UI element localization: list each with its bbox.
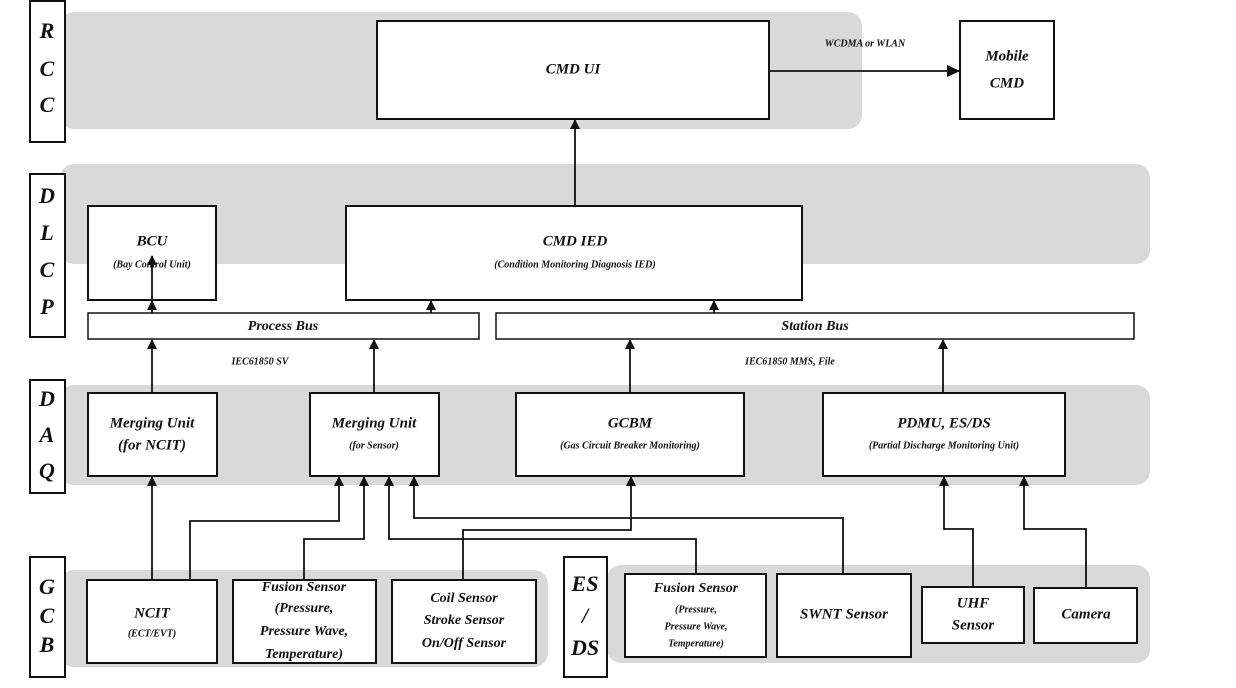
pdmu-box: PDMU, ES/DS (Partial Discharge Monitorin… <box>822 392 1066 477</box>
pdmu-subtitle: (Partial Discharge Monitoring Unit) <box>869 440 1019 451</box>
cmd-ui-label: CMD UI <box>546 61 602 77</box>
mobile-cmd-box: Mobile CMD <box>959 20 1055 120</box>
layer-label-rcc: R C C <box>29 0 66 143</box>
label-letter: C <box>40 257 55 282</box>
ncit-box: NCIT (ECT/EVT) <box>86 579 218 664</box>
label-letter: P <box>39 294 54 319</box>
label-letter: DS <box>570 635 599 660</box>
wireless-link-label: WCDMA or WLAN <box>825 38 906 49</box>
camera-box: Camera <box>1033 587 1138 644</box>
label-letter: L <box>39 220 53 245</box>
layer-label-daq: D A Q <box>29 379 66 494</box>
layer-label-gcb: G C B <box>29 556 66 678</box>
bcu-title: BCU <box>136 233 169 249</box>
mu-sensor-title: Merging Unit <box>331 415 417 431</box>
arrow <box>384 476 697 574</box>
ncit-title: NCIT <box>133 605 171 621</box>
fusion-sensor-line: (Pressure, <box>675 604 717 615</box>
cmd-ui-box: CMD UI <box>376 20 770 120</box>
label-letter: Q <box>39 458 55 483</box>
label-letter: ES <box>571 571 599 596</box>
label-letter: B <box>39 632 55 657</box>
label-letter: G <box>39 574 55 599</box>
uhf-sensor-label: Sensor <box>952 617 995 633</box>
gcbm-box: GCBM (Gas Circuit Breaker Monitoring) <box>515 392 745 477</box>
swnt-sensor-label: SWNT Sensor <box>800 606 888 622</box>
architecture-diagram: R C C D L C P D A Q G C B ES / DS CMD UI… <box>29 0 1150 678</box>
process-bus-label: Process Bus <box>248 319 319 334</box>
fusion-sensor-title: Fusion Sensor <box>653 581 739 596</box>
pdmu-title: PDMU, ES/DS <box>897 415 990 431</box>
coil-sensor-line: On/Off Sensor <box>422 636 507 651</box>
gcbm-title: GCBM <box>608 415 653 431</box>
cmd-ied-title: CMD IED <box>543 233 608 249</box>
esds-fusion-sensor-box: Fusion Sensor (Pressure, Pressure Wave, … <box>624 573 767 658</box>
label-letter: R <box>39 18 55 43</box>
fusion-sensor-line: Pressure Wave, <box>260 624 348 639</box>
arrow <box>189 476 344 580</box>
gcbm-subtitle: (Gas Circuit Breaker Monitoring) <box>560 440 700 451</box>
mu-sensor-subtitle: (for Sensor) <box>349 440 399 451</box>
label-letter: D <box>38 183 55 208</box>
coil-sensor-box: Coil Sensor Stroke Sensor On/Off Sensor <box>391 579 537 664</box>
cmd-ied-box: CMD IED (Condition Monitoring Diagnosis … <box>345 205 803 301</box>
fusion-sensor-line: (Pressure, <box>275 601 334 616</box>
arrow <box>303 476 369 580</box>
fusion-sensor-line: Temperature) <box>265 647 343 662</box>
camera-label: Camera <box>1061 606 1111 622</box>
label-letter: C <box>40 56 55 81</box>
layer-label-esds: ES / DS <box>563 556 608 678</box>
fusion-sensor-line: Pressure Wave, <box>665 621 728 632</box>
merging-unit-ncit-box: Merging Unit (for NCIT) <box>87 392 218 477</box>
coil-sensor-line: Coil Sensor <box>430 591 498 606</box>
swnt-sensor-box: SWNT Sensor <box>776 573 912 658</box>
label-letter: C <box>40 603 55 628</box>
cmd-ied-subtitle: (Condition Monitoring Diagnosis IED) <box>494 259 655 270</box>
gcb-fusion-sensor-box: Fusion Sensor (Pressure, Pressure Wave, … <box>232 579 377 664</box>
mu-ncit-subtitle: (for NCIT) <box>118 437 186 453</box>
ncit-subtitle: (ECT/EVT) <box>128 628 176 639</box>
label-letter: D <box>38 386 55 411</box>
mu-ncit-title: Merging Unit <box>109 415 195 431</box>
label-letter: C <box>40 92 55 117</box>
station-protocol-label: IEC61850 MMS, File <box>744 356 835 367</box>
station-bus: Station Bus <box>495 312 1135 340</box>
fusion-sensor-line: Temperature) <box>668 638 724 649</box>
label-letter: A <box>38 422 55 447</box>
process-protocol-label: IEC61850 SV <box>231 356 290 367</box>
uhf-sensor-box: UHF Sensor <box>921 586 1025 644</box>
mobile-cmd-label: CMD <box>990 75 1024 91</box>
station-bus-label: Station Bus <box>781 319 849 334</box>
uhf-sensor-label: UHF <box>957 595 990 611</box>
process-bus: Process Bus <box>87 312 480 340</box>
merging-unit-sensor-box: Merging Unit (for Sensor) <box>309 392 440 477</box>
layer-label-dlcp: D L C P <box>29 173 66 338</box>
mobile-cmd-label: Mobile <box>984 48 1029 64</box>
fusion-sensor-line: Fusion Sensor <box>261 580 347 595</box>
arrow <box>409 476 844 574</box>
coil-sensor-line: Stroke Sensor <box>424 613 505 628</box>
